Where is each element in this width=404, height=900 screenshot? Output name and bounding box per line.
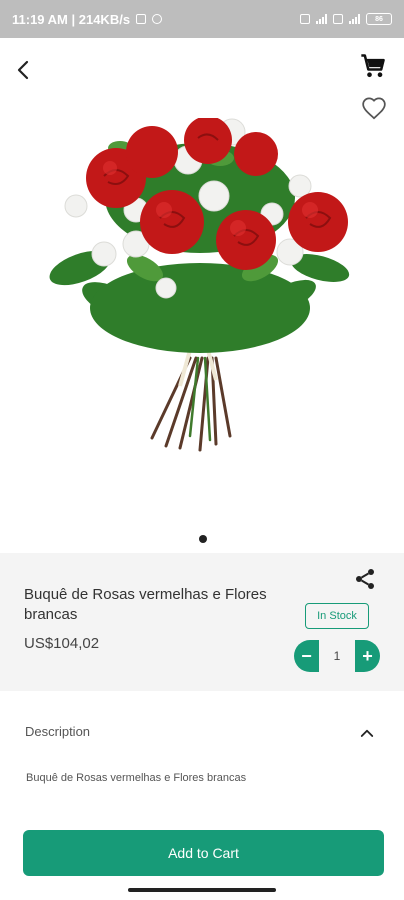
description-toggle[interactable]: Description	[0, 710, 404, 754]
product-name: Buquê de Rosas vermelhas e Flores branca…	[24, 586, 267, 623]
carousel-indicator[interactable]	[199, 535, 207, 543]
top-bar	[0, 38, 404, 128]
alarm-icon	[152, 14, 163, 24]
battery-icon: 86	[366, 13, 392, 25]
sim2-icon	[333, 14, 343, 24]
quantity-value: 1	[333, 649, 341, 663]
cart-button[interactable]	[359, 52, 387, 80]
chevron-up-icon	[360, 729, 374, 737]
status-time-speed: 11:19 AM | 214KB/s	[12, 11, 131, 27]
signal-2-icon	[349, 14, 360, 24]
quantity-stepper: − 1 +	[294, 640, 380, 672]
home-indicator[interactable]	[128, 888, 276, 892]
chevron-left-icon	[17, 60, 29, 80]
data-saver-icon	[136, 14, 147, 24]
stock-status-badge: In Stock	[305, 603, 369, 629]
product-info-panel: Buquê de Rosas vermelhas e Flores branca…	[0, 553, 404, 691]
add-to-cart-button[interactable]: Add to Cart	[23, 830, 384, 876]
description-text: Buquê de Rosas vermelhas e Flores branca…	[26, 772, 247, 784]
status-bar: 11:19 AM | 214KB/s 86	[0, 0, 404, 38]
signal-icon	[316, 14, 327, 24]
status-left: 11:19 AM | 214KB/s	[12, 11, 163, 27]
product-price: US$104,02	[24, 635, 100, 652]
description-title: Description	[25, 724, 91, 739]
product-image	[40, 116, 370, 458]
share-button[interactable]	[353, 567, 377, 591]
shopping-cart-icon	[361, 54, 385, 78]
share-icon	[356, 569, 374, 589]
quantity-increase-button[interactable]: +	[355, 640, 380, 672]
quantity-decrease-button[interactable]: −	[294, 640, 319, 672]
status-right: 86	[300, 13, 392, 25]
sim1-icon	[300, 14, 310, 24]
back-button[interactable]	[12, 58, 36, 82]
